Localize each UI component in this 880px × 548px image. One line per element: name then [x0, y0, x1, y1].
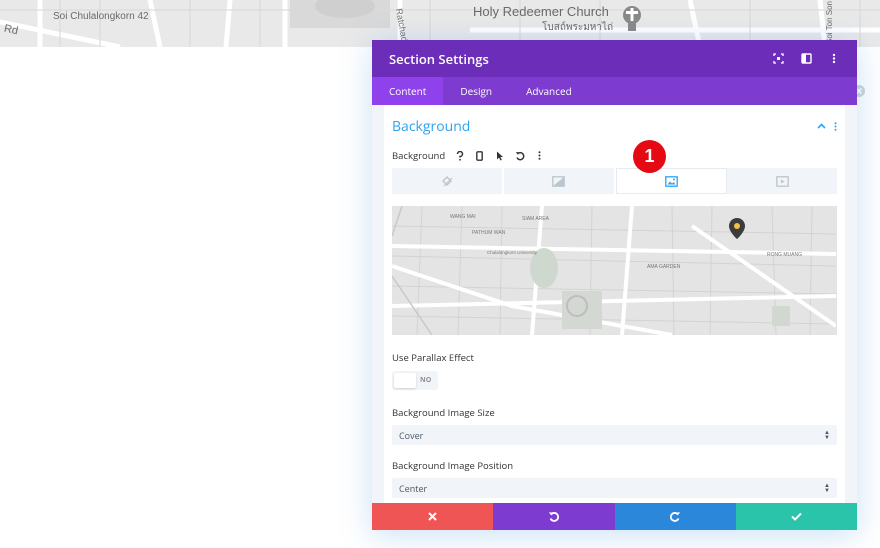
gradient-icon [552, 175, 565, 187]
paint-bucket-icon [441, 176, 453, 187]
parallax-label: Use Parallax Effect [392, 351, 474, 364]
image-position-label: Background Image Position [392, 459, 514, 472]
help-icon[interactable] [454, 150, 465, 161]
image-position-field: Background Image Position Center ▲ ▼ [392, 459, 837, 498]
checkmark-icon [791, 512, 802, 521]
modal-content: Background Background 1 WANG MAI PATHUM … [372, 105, 857, 503]
undo-icon [549, 512, 560, 522]
section-more-icon[interactable] [834, 121, 837, 131]
bg-type-video[interactable] [727, 168, 837, 194]
section-title: Background [392, 116, 471, 136]
parallax-toggle[interactable]: NO [392, 371, 438, 390]
map-label-siam: SIAM AREA [522, 216, 550, 222]
map-label-chula: Chulalongkorn University [487, 250, 538, 255]
cancel-button[interactable] [372, 503, 494, 530]
background-image-preview[interactable]: WANG MAI PATHUM WAN SIAM AREA Chulalongk… [392, 206, 837, 335]
image-size-field: Background Image Size Cover ▲ ▼ [392, 406, 837, 445]
undo-button[interactable] [493, 503, 615, 530]
chevron-up-icon[interactable] [817, 123, 826, 129]
select-arrows-icon: ▲ ▼ [824, 481, 830, 494]
map-label-ama-garden: AMA GARDEN [647, 264, 681, 270]
toggle-state-text: NO [420, 376, 432, 385]
tab-advanced[interactable]: Advanced [509, 77, 589, 105]
video-icon [775, 175, 789, 187]
more-options-icon[interactable] [828, 53, 840, 65]
map-preview-image: WANG MAI PATHUM WAN SIAM AREA Chulalongk… [392, 206, 836, 335]
save-button[interactable] [735, 503, 857, 530]
field-more-icon[interactable] [534, 150, 545, 161]
split-view-icon[interactable] [800, 53, 812, 65]
image-size-value: Cover [399, 428, 424, 442]
step-badge: 1 [633, 140, 666, 173]
section-settings-modal: Section Settings Content Design Advanced… [372, 40, 857, 530]
image-size-label: Background Image Size [392, 406, 495, 419]
background-field-row: Background [392, 149, 837, 162]
parallax-field: Use Parallax Effect NO [392, 351, 837, 390]
bg-type-image[interactable] [615, 168, 728, 194]
image-size-select[interactable]: Cover ▲ ▼ [392, 425, 837, 445]
reset-icon[interactable] [514, 150, 525, 161]
background-type-tabs [392, 168, 837, 194]
map-label-soi-ton-son: Soi Ton Son [825, 1, 834, 44]
map-label-wang-mai: WANG MAI [450, 214, 476, 220]
map-label-rd: Rd [2, 22, 20, 38]
background-label: Background [392, 149, 446, 162]
map-label-soi: Soi Chulalongkorn 42 [53, 11, 149, 22]
select-arrows-icon: ▲ ▼ [824, 428, 830, 441]
tab-design[interactable]: Design [443, 77, 509, 105]
image-position-select[interactable]: Center ▲ ▼ [392, 478, 837, 498]
redo-button[interactable] [614, 503, 736, 530]
tab-content[interactable]: Content [372, 77, 444, 105]
bg-type-gradient[interactable] [503, 168, 616, 194]
section-header[interactable]: Background [392, 105, 837, 147]
modal-title: Section Settings [389, 49, 489, 68]
redo-icon [669, 512, 680, 522]
modal-header: Section Settings [372, 40, 857, 77]
map-label-rong-muang: RONG MUANG [767, 252, 802, 258]
mobile-icon[interactable] [474, 150, 485, 161]
modal-footer [372, 503, 857, 530]
map-label-church-thai: โบสถ์พระมหาไถ่ [542, 22, 614, 33]
map-label-church: Holy Redeemer Church [473, 4, 609, 19]
map-label-pathum-wan: PATHUM WAN [472, 230, 506, 236]
image-icon [665, 175, 678, 187]
modal-tabs: Content Design Advanced [372, 77, 857, 105]
image-position-value: Center [399, 481, 428, 495]
close-icon [428, 512, 437, 521]
hover-cursor-icon[interactable] [494, 150, 505, 161]
background-panel: Background Background 1 WANG MAI PATHUM … [384, 105, 845, 503]
bg-type-color[interactable] [392, 168, 504, 194]
toggle-knob [394, 373, 416, 388]
expand-icon[interactable] [772, 53, 784, 65]
